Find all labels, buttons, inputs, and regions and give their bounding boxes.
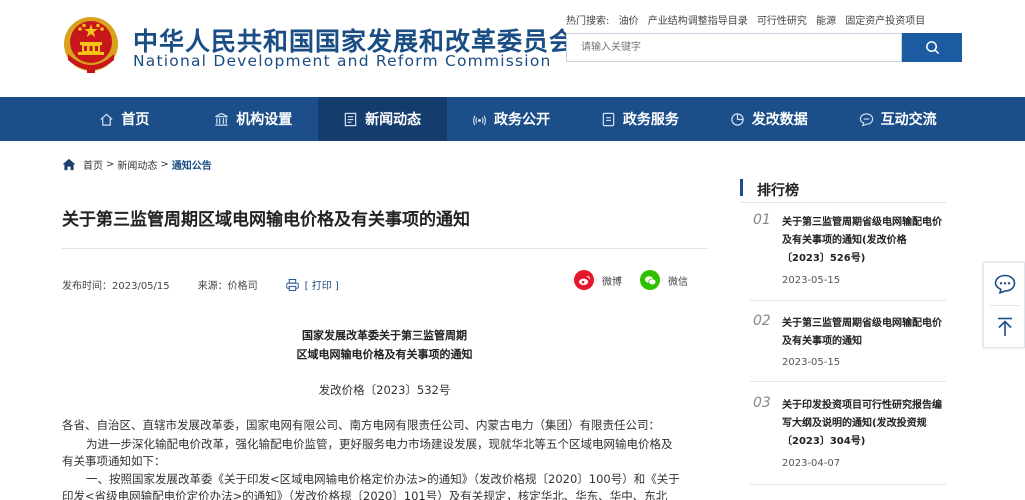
nav-item-label: 政务服务 <box>622 112 679 128</box>
hot-search: 热门搜索: 油价 产业结构调整指导目录 可行性研究 能源 固定资产投资项目 <box>566 12 931 27</box>
body-paragraph-3-line2: 印发<省级电网输配电价定价办法>的通知》（发改价格规〔2020〕101号）及有关… <box>62 489 668 500</box>
share-wechat-label: 微信 <box>668 276 688 288</box>
hot-link-energy[interactable]: 能源 <box>816 16 836 27</box>
hot-link-feasibility[interactable]: 可行性研究 <box>757 16 807 27</box>
ranking-item-date: 2023-05-15 <box>782 357 841 368</box>
nav-item-label: 互动交流 <box>880 112 937 128</box>
site-header: 中华人民共和国国家发展和改革委员会 National Development a… <box>0 0 1025 96</box>
nav-item-label: 发改数据 <box>751 112 808 128</box>
breadcrumb-separator: > <box>106 159 115 170</box>
hot-link-industry-catalog[interactable]: 产业结构调整指导目录 <box>648 16 748 27</box>
chat-icon <box>859 112 873 127</box>
article-source: 来源：价格司 <box>197 281 258 292</box>
ranking-accent-bar <box>740 179 743 196</box>
breadcrumb-separator: > <box>160 159 169 170</box>
ranking-item[interactable]: 03 关于印发投资项目可行性研究报告编写大纲及说明的通知(发改投资规〔2023〕… <box>750 395 948 477</box>
nav-item-news[interactable]: 新闻动态 <box>317 97 447 141</box>
nav-item-label: 首页 <box>121 112 150 128</box>
title-divider <box>62 248 707 249</box>
ranking-item-title[interactable]: 关于印发投资项目可行性研究报告编写大纲及说明的通知(发改投资规〔2023〕304… <box>782 397 948 451</box>
nav-item-interaction[interactable]: 互动交流 <box>833 97 962 141</box>
ranking-number: 02 <box>753 313 771 329</box>
search-box <box>566 33 902 62</box>
share-weibo[interactable]: 微博 <box>574 270 622 290</box>
back-to-top-button[interactable] <box>984 306 1025 348</box>
ranking-number: 01 <box>753 212 771 228</box>
ranking-divider <box>750 484 946 485</box>
search-button[interactable] <box>902 33 962 62</box>
service-icon <box>602 112 615 126</box>
hot-link-oil-price[interactable]: 油价 <box>619 16 639 27</box>
nav-item-data[interactable]: 发改数据 <box>704 97 833 141</box>
site-title-en: National Development and Reform Commissi… <box>133 52 552 70</box>
nav-item-gov-service[interactable]: 政务服务 <box>575 97 704 141</box>
breadcrumb-home[interactable]: 首页 <box>83 157 103 172</box>
pie-chart-icon <box>730 112 744 126</box>
ranking-item-title[interactable]: 关于第三监管周期省级电网输配电价及有关事项的通知 <box>782 315 948 351</box>
ranking-divider <box>750 381 946 382</box>
search-input[interactable] <box>567 34 901 61</box>
ranking-number: 03 <box>753 395 771 411</box>
nav-item-gov-affairs[interactable]: 政务公开 <box>447 97 576 141</box>
hot-search-label: 热门搜索: <box>566 16 610 27</box>
feedback-button[interactable] <box>984 263 1025 305</box>
article-meta: 发布时间：2023/05/15 来源：价格司 [ 打印 ] <box>62 277 339 292</box>
doc-number: 发改价格〔2023〕532号 <box>318 383 451 397</box>
doc-heading-line2: 区域电网输电价格及有关事项的通知 <box>296 348 473 361</box>
article-title: 关于第三监管周期区域电网输电价格及有关事项的通知 <box>62 210 470 230</box>
print-button[interactable]: [ 打印 ] <box>285 277 339 292</box>
breadcrumb: 首页 > 新闻动态 > 通知公告 <box>62 157 212 172</box>
printer-icon <box>285 278 299 291</box>
comment-icon <box>994 274 1016 294</box>
nav-item-home[interactable]: 首页 <box>60 97 189 141</box>
body-paragraph-2-line2: 有关事项通知如下： <box>62 454 166 468</box>
home-icon <box>100 113 113 126</box>
doc-heading-line1: 国家发展改革委关于第三监管周期 <box>302 329 467 342</box>
share-wechat[interactable]: 微信 <box>640 270 688 290</box>
ranking-item[interactable]: 01 关于第三监管周期省级电网输配电价及有关事项的通知(发改价格〔2023〕52… <box>750 212 948 294</box>
nav-item-label: 新闻动态 <box>365 112 422 128</box>
ranking-divider <box>750 300 946 301</box>
nav-item-label: 政务公开 <box>494 112 550 128</box>
body-paragraph-2-line1: 为进一步深化输配电价改革，强化输配电价监管，更好服务电力市场建设发展，现就华北等… <box>86 437 673 451</box>
body-paragraph-1: 各省、自治区、直辖市发展改革委，国家电网有限公司、南方电网有限责任公司、内蒙古电… <box>62 418 660 432</box>
main-nav: 首页 机构设置 新闻动态 政务公开 政务服务 发改数据 互动交流 <box>0 97 1025 141</box>
publish-time: 发布时间：2023/05/15 <box>62 281 170 292</box>
ranking-item-date: 2023-05-15 <box>782 275 841 286</box>
print-label: [ 打印 ] <box>304 281 339 292</box>
broadcast-icon <box>473 114 486 125</box>
nav-item-label: 机构设置 <box>236 112 293 128</box>
arrow-up-icon <box>998 317 1012 336</box>
weibo-icon <box>574 270 594 290</box>
home-icon[interactable] <box>62 158 76 171</box>
building-icon <box>215 112 229 126</box>
search-icon <box>925 41 939 55</box>
hot-link-fixed-asset[interactable]: 固定资产投资项目 <box>845 16 925 27</box>
ranking-header: 排行榜 <box>740 175 946 203</box>
ranking-item[interactable]: 02 关于第三监管周期省级电网输配电价及有关事项的通知 2023-05-15 <box>750 313 948 371</box>
ranking-item-date: 2023-04-07 <box>782 458 841 469</box>
nav-item-organization[interactable]: 机构设置 <box>189 97 318 141</box>
news-icon <box>344 112 357 126</box>
share-weibo-label: 微博 <box>602 276 622 288</box>
body-paragraph-3-line1: 一、按照国家发展改革委《关于印发<区域电网输电价格定价办法>的通知》（发改价格规… <box>86 472 680 486</box>
breadcrumb-news[interactable]: 新闻动态 <box>117 157 157 172</box>
breadcrumb-notices[interactable]: 通知公告 <box>172 157 212 172</box>
ranking-item-title[interactable]: 关于第三监管周期省级电网输配电价及有关事项的通知(发改价格〔2023〕526号) <box>782 214 948 268</box>
floating-toolbar <box>983 262 1025 348</box>
ranking-title: 排行榜 <box>757 183 799 199</box>
national-emblem-logo[interactable] <box>60 14 122 76</box>
wechat-icon <box>640 270 660 290</box>
